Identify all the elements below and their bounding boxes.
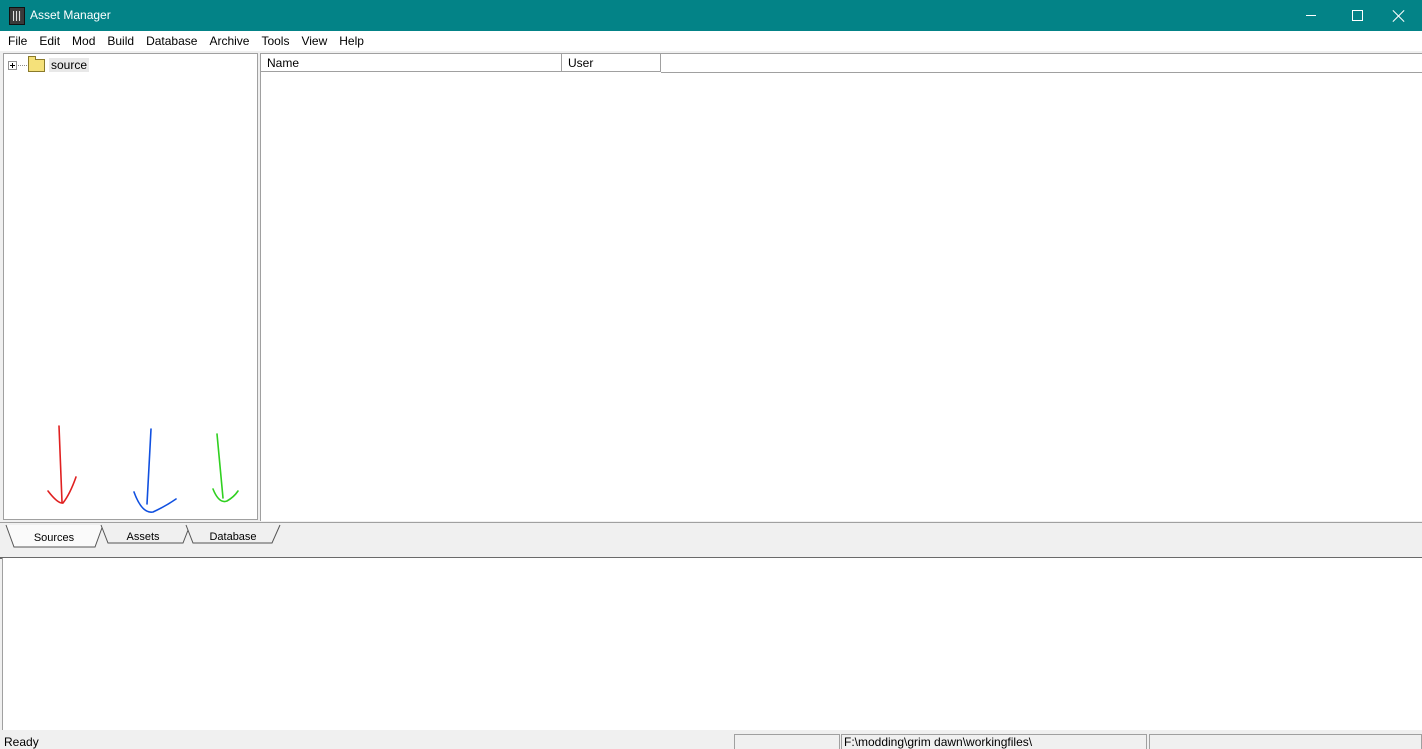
status-bar: Ready F:\modding\grim dawn\workingfiles\ xyxy=(0,732,1422,749)
red-arrow-icon xyxy=(47,425,77,504)
status-cell-empty-2 xyxy=(1149,734,1422,749)
tab-assets[interactable]: Assets xyxy=(100,524,191,544)
status-cell-path: F:\modding\grim dawn\workingfiles\ xyxy=(841,734,1147,749)
column-header-filler xyxy=(661,54,1422,73)
title-bar[interactable]: Asset Manager xyxy=(0,0,1422,31)
close-button[interactable] xyxy=(1376,0,1422,31)
tab-strip: Sources Assets Database xyxy=(0,522,1422,559)
menu-tools[interactable]: Tools xyxy=(255,31,295,51)
menu-mod[interactable]: Mod xyxy=(66,31,101,51)
menu-help[interactable]: Help xyxy=(333,31,370,51)
minimize-icon xyxy=(1306,15,1316,16)
annotation-arrows xyxy=(47,425,239,513)
window-title: Asset Manager xyxy=(30,8,111,22)
tab-database-label: Database xyxy=(209,531,256,543)
app-icon xyxy=(9,7,25,25)
menu-edit[interactable]: Edit xyxy=(33,31,66,51)
menu-database[interactable]: Database xyxy=(140,31,203,51)
maximize-icon xyxy=(1351,10,1363,21)
green-arrow-icon xyxy=(212,433,239,503)
status-text: Ready xyxy=(4,735,39,749)
menu-build[interactable]: Build xyxy=(101,31,140,51)
column-header-user[interactable]: User xyxy=(562,54,661,72)
tab-database[interactable]: Database xyxy=(185,524,281,544)
status-cell-empty-1 xyxy=(734,734,840,749)
source-tree-pane[interactable]: source xyxy=(3,53,258,520)
close-icon xyxy=(1393,10,1405,22)
blue-arrow-icon xyxy=(133,428,177,513)
column-header-name[interactable]: Name xyxy=(261,54,562,72)
minimize-button[interactable] xyxy=(1288,0,1334,31)
tab-assets-label: Assets xyxy=(126,531,160,543)
menu-file[interactable]: File xyxy=(0,31,33,51)
menu-view[interactable]: View xyxy=(295,31,333,51)
maximize-button[interactable] xyxy=(1334,0,1380,31)
output-pane[interactable] xyxy=(2,558,1422,730)
tab-sources-label: Sources xyxy=(34,532,75,544)
tab-sources[interactable]: Sources xyxy=(5,524,104,548)
asset-list-pane[interactable]: Name User xyxy=(260,53,1422,521)
menu-bar: File Edit Mod Build Database Archive Too… xyxy=(0,31,1422,51)
menu-archive[interactable]: Archive xyxy=(203,31,255,51)
